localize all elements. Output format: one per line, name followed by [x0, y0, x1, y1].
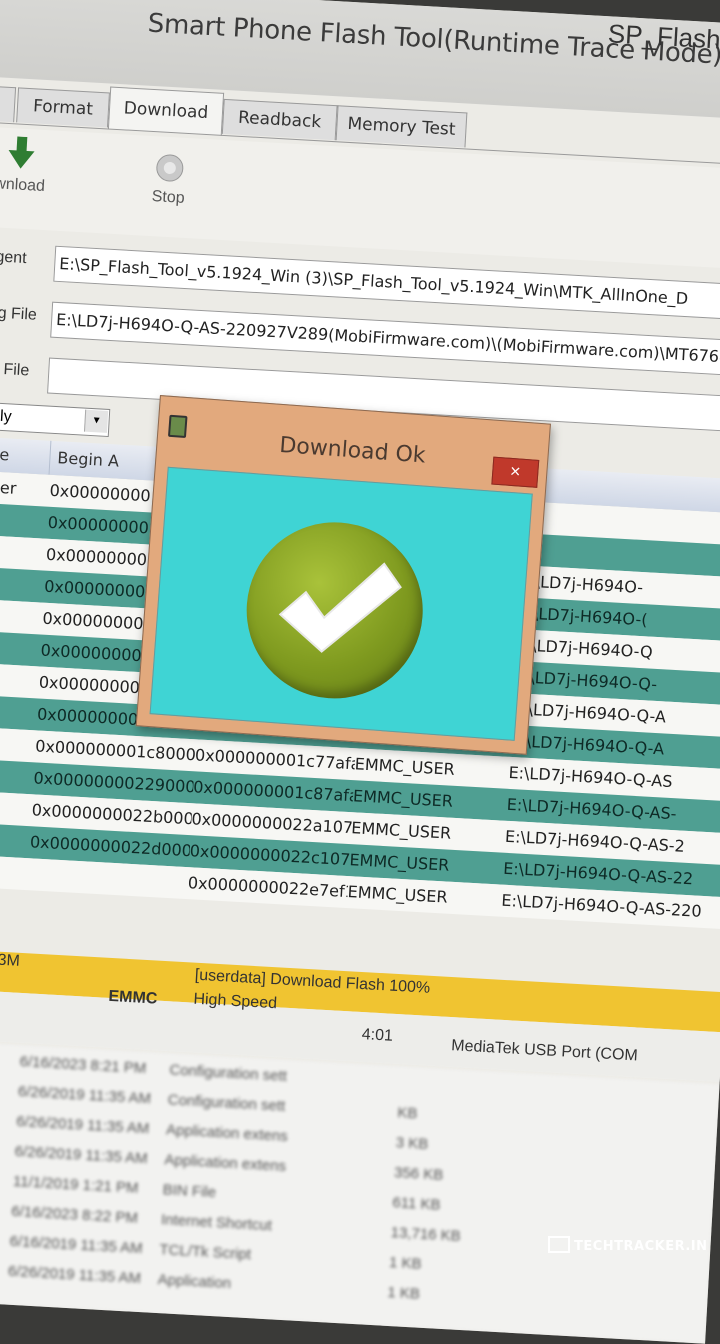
file-size: 3 KB — [395, 1134, 429, 1153]
file-type: BIN File — [162, 1181, 217, 1202]
status-storage: EMMC — [108, 987, 158, 1008]
cell-name — [0, 758, 30, 794]
checkmark-icon — [278, 562, 402, 653]
watermark: TECHTRACKER.IN — [548, 1236, 708, 1254]
stop-icon — [156, 154, 184, 182]
cell-name: w — [0, 598, 39, 634]
cell-name: loader — [0, 476, 17, 498]
file-type: Configuration sett — [169, 1061, 288, 1085]
stop-button[interactable]: Stop — [138, 151, 201, 208]
cell-name — [0, 630, 38, 666]
file-size: 611 KB — [391, 1194, 441, 1214]
cell-name: very — [0, 534, 43, 570]
cell-name — [0, 822, 27, 858]
cell-name — [0, 854, 25, 890]
file-size: 1 KB — [388, 1253, 423, 1273]
stop-button-label: Stop — [151, 188, 186, 207]
dialog-body — [149, 466, 533, 741]
column-header-name: lame — [0, 435, 52, 475]
monitor-icon — [548, 1236, 570, 1253]
tab-memory-test[interactable]: Memory Test — [335, 105, 468, 148]
cell-name — [0, 726, 32, 762]
cell-name — [0, 694, 34, 730]
status-time: 4:01 — [361, 1026, 394, 1045]
tab-readback[interactable]: Readback — [221, 98, 338, 141]
watermark-text: TECHTRACKER.IN — [574, 1239, 708, 1254]
download-mode-value: Only — [0, 406, 13, 426]
cell-name — [0, 662, 36, 698]
file-size: 356 KB — [393, 1164, 444, 1184]
download-ok-dialog: Download Ok × — [135, 395, 551, 755]
cell-name — [0, 502, 45, 538]
download-button-label: wnload — [0, 175, 46, 196]
download-arrow-icon — [8, 136, 35, 169]
background-file-list: 6/16/2023 8:21 PM Configuration sett 6/26/… — [0, 1038, 720, 1344]
auth-file-label: ation File — [0, 359, 30, 380]
file-date: 6/16/2023 8:21 PM — [19, 1053, 147, 1078]
tab-download[interactable]: Download — [107, 86, 225, 136]
status-speed: High Speed — [193, 990, 278, 1013]
file-size: KB — [396, 1104, 418, 1123]
file-type: Application — [157, 1271, 232, 1293]
file-size: 13,716 KB — [390, 1224, 462, 1245]
cell-name: img — [0, 566, 41, 602]
file-size: 1 KB — [386, 1283, 421, 1303]
status-size: 2.23M — [0, 950, 21, 970]
tab-format[interactable]: Format — [16, 87, 110, 128]
success-badge — [240, 516, 429, 705]
download-agent-label: d-Agent — [0, 247, 28, 268]
close-icon[interactable]: × — [491, 456, 540, 488]
status-port: MediaTek USB Port (COM — [450, 1037, 639, 1065]
download-button[interactable]: wnload — [0, 135, 57, 197]
cell-name — [0, 790, 29, 826]
tab-partial[interactable]: e — [0, 83, 17, 123]
scatter-file-label: ading File — [0, 302, 38, 324]
chevron-down-icon[interactable]: ▼ — [83, 409, 109, 433]
